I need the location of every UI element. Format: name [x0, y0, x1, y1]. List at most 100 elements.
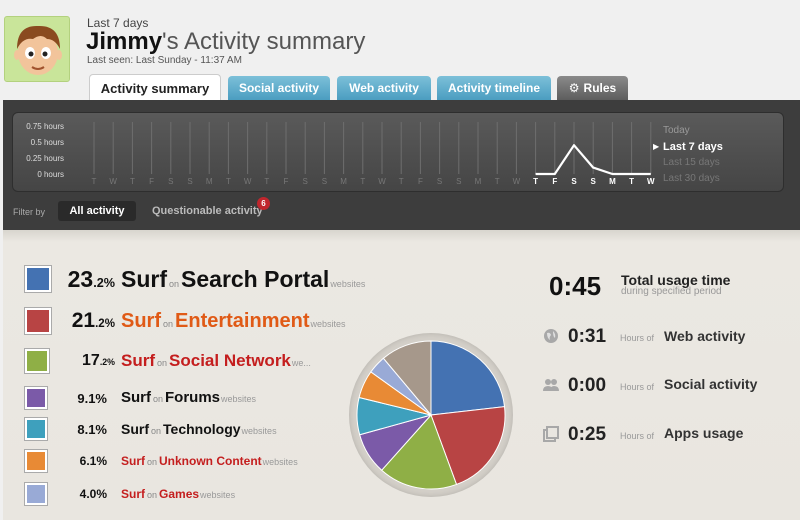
tab-social-activity[interactable]: Social activity	[228, 76, 330, 100]
x-tick-label: T	[495, 177, 500, 186]
boy-avatar-icon	[14, 25, 62, 75]
category-surf: Surf	[121, 487, 145, 502]
category-percent: 6.1%	[61, 454, 107, 468]
tab-activity-timeline[interactable]: Activity timeline	[437, 76, 551, 100]
page-title: Jimmy's Activity summary	[86, 28, 365, 56]
total-usage-sub: during specified period	[621, 286, 722, 297]
category-label[interactable]: Surf on Gameswebsites	[121, 487, 235, 501]
x-tick-label: M	[475, 177, 482, 186]
category-percent: 8.1%	[61, 422, 107, 437]
social-activity-label: Social activity	[664, 376, 758, 392]
x-tick-label: M	[609, 177, 616, 186]
category-suffix: websites	[200, 490, 236, 501]
filter-all-activity-button[interactable]: All activity	[58, 201, 136, 221]
apps-usage-unit: Hours of	[620, 431, 655, 441]
period-selector: Today ▶ Last 7 days Last 15 days Last 30 …	[653, 124, 723, 188]
percent-dec: .2%	[93, 275, 115, 290]
x-tick-label: S	[187, 177, 192, 186]
percent-int: 21	[71, 308, 96, 332]
category-name: Technology	[163, 420, 241, 437]
category-swatch	[25, 349, 49, 373]
x-tick-label: M	[340, 177, 347, 186]
category-label[interactable]: Surf on Forumswebsites	[121, 389, 256, 406]
category-percent: 21.2%	[61, 309, 115, 333]
category-label[interactable]: Surf on Social Networkwe...	[121, 351, 311, 371]
category-surf: Surf	[121, 351, 155, 371]
x-tick-label: T	[92, 177, 97, 186]
period-last-7-days[interactable]: ▶ Last 7 days	[653, 140, 723, 156]
last-seen: Last seen: Last Sunday - 11:37 AM	[87, 55, 242, 66]
x-tick-label: T	[264, 177, 269, 186]
x-tick-label: S	[322, 177, 327, 186]
category-name: Entertainment	[175, 309, 310, 332]
x-tick-label: M	[206, 177, 213, 186]
x-tick-label: W	[109, 177, 117, 186]
category-suffix: websites	[241, 425, 277, 436]
x-tick-label: F	[552, 177, 557, 186]
category-label[interactable]: Surf onSearch Portalwebsites	[121, 266, 365, 293]
filter-questionable-activity-button[interactable]: Questionable activity	[152, 205, 263, 217]
percent-dec: .2%	[95, 317, 115, 330]
period-last-15-days[interactable]: Last 15 days	[663, 156, 723, 172]
web-activity-label: Web activity	[664, 328, 746, 344]
category-swatch	[25, 387, 47, 409]
x-tick-label: T	[226, 177, 231, 186]
x-tick-label: F	[149, 177, 154, 186]
x-tick-label: T	[130, 177, 135, 186]
category-swatch	[25, 266, 51, 292]
category-name: Unknown Content	[159, 454, 262, 469]
selected-arrow-icon: ▶	[653, 142, 660, 151]
apps-usage-label: Apps usage	[664, 425, 744, 441]
category-swatch	[25, 483, 47, 505]
x-tick-label: S	[437, 177, 442, 186]
pie-slice[interactable]	[430, 340, 506, 416]
period-last-30-days[interactable]: Last 30 days	[663, 172, 723, 188]
category-suffix: websites	[310, 318, 346, 329]
category-swatch	[25, 450, 47, 472]
web-activity-value: 0:31	[568, 326, 607, 347]
category-label[interactable]: Surf on Unknown Contentwebsites	[121, 454, 298, 468]
x-tick-label: W	[513, 177, 521, 186]
category-on: on	[169, 278, 180, 289]
category-label[interactable]: Surf on Technologywebsites	[121, 421, 277, 437]
avatar	[4, 16, 70, 82]
social-activity-value: 0:00	[568, 375, 607, 396]
x-tick-label: S	[456, 177, 461, 186]
category-on: on	[157, 358, 168, 369]
category-suffix: websites	[262, 457, 298, 468]
category-swatch	[25, 418, 47, 440]
x-tick-label: F	[284, 177, 289, 186]
percent-int: 23	[67, 265, 94, 292]
category-label[interactable]: Surf on Entertainmentwebsites	[121, 310, 346, 333]
category-suffix: websites	[330, 278, 366, 289]
web-activity-unit: Hours of	[620, 333, 655, 343]
category-surf: Surf	[121, 454, 145, 469]
tab-activity-summary[interactable]: Activity summary	[89, 74, 221, 101]
category-on: on	[163, 318, 174, 329]
x-tick-label: T	[360, 177, 365, 186]
category-suffix: we...	[291, 358, 311, 369]
apps-usage-value: 0:25	[568, 424, 607, 445]
x-tick-label: T	[399, 177, 404, 186]
social-activity-unit: Hours of	[620, 382, 655, 392]
period-today[interactable]: Today	[663, 124, 723, 140]
x-tick-label: T	[629, 177, 634, 186]
x-tick-label: S	[303, 177, 308, 186]
category-name: Games	[159, 487, 200, 502]
y-tick-label: 0.5 hours	[31, 138, 64, 147]
x-tick-label: S	[571, 177, 577, 186]
tab-web-activity[interactable]: Web activity	[337, 76, 431, 100]
category-on: on	[151, 425, 162, 436]
windows-icon	[543, 426, 559, 442]
percent-int: 4.0%	[79, 487, 107, 502]
category-percent: 23.2%	[61, 266, 115, 293]
category-percent: 9.1%	[61, 391, 107, 406]
x-tick-label: W	[378, 177, 386, 186]
category-swatch	[25, 308, 51, 334]
x-tick-label: S	[591, 177, 597, 186]
percent-int: 8.1%	[77, 421, 107, 437]
total-usage-value: 0:45	[549, 271, 602, 301]
y-tick-label: 0.25 hours	[26, 154, 64, 163]
category-suffix: websites	[221, 394, 257, 405]
tab-rules[interactable]: ⚙ Rules	[557, 76, 628, 100]
